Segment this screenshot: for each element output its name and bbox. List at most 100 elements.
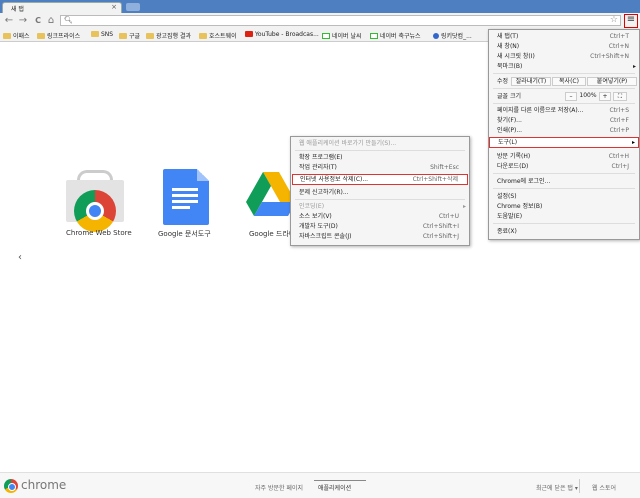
menu-item[interactable]: 인쇄(P)... Ctrl+P [489,126,639,135]
divider [493,103,635,104]
menu-item-signin[interactable]: Chrome에 로그인... [489,177,639,186]
bookmark-item[interactable]: 이패스 [3,31,30,40]
bookmark-item[interactable]: 네이버 날씨 [322,31,362,40]
submenu-item-clear-browsing-data[interactable]: 인터넷 사용정보 삭제(C)... Ctrl+Shift+삭제 [292,174,468,185]
folder-icon [119,33,127,39]
divider [295,199,465,200]
chrome-menu: 새 탭(T) Ctrl+T 새 창(N) Ctrl+N 새 시크릿 창(I) Ctrl… [488,29,640,240]
naver-icon [370,33,378,39]
chrome-logo-center [8,483,16,491]
chrome-logo-center [86,202,104,220]
menu-item[interactable]: 새 창(N) Ctrl+N [489,42,639,51]
tools-submenu: 웹 애플리케이션 바로가기 만들기(S)... 확장 프로그램(E) 작업 관리… [290,136,470,246]
menu-item[interactable]: 새 시크릿 창(I) Ctrl+Shift+N [489,52,639,61]
new-tab-button[interactable] [126,3,140,11]
fullscreen-icon[interactable]: ⛶ [613,92,627,101]
google-drive-icon[interactable] [246,170,296,222]
app-label[interactable]: Google 드라이 [249,229,295,239]
bookmark-item[interactable]: 링크프라이스 [37,31,80,40]
menu-item-settings[interactable]: 설정(S) [489,192,639,201]
bookmark-item[interactable]: 구글 [119,31,140,40]
copy-button[interactable]: 복사(C) [552,77,586,86]
cut-button[interactable]: 잘라내기(T) [511,77,551,86]
most-visited-button[interactable]: 자주 방문한 페이지 [255,483,303,492]
home-icon[interactable]: ⌂ [45,14,57,28]
naver-icon [322,33,330,39]
menu-item[interactable]: 다운로드(D) Ctrl+J [489,162,639,171]
edit-row: 수정 잘라내기(T) 복사(C) 붙여넣기(P) [489,77,639,86]
submenu-item[interactable]: 개발자 도구(D) Ctrl+Shift+I [291,222,469,231]
zoom-level: 100% [579,92,597,99]
bookmark-item[interactable]: YouTube - Broadcas... [245,31,319,38]
menu-item[interactable]: 방문 기록(H) Ctrl+H [489,152,639,161]
menu-item-about[interactable]: Chrome 정보(B) [489,202,639,211]
submenu-item[interactable]: 소스 보기(V) Ctrl+U [291,212,469,221]
bookmark-item[interactable]: SNS [91,31,113,38]
submenu-item[interactable]: 자바스크립트 콘솔(J) Ctrl+Shift+J [291,232,469,241]
forward-icon[interactable]: → [17,14,29,28]
folder-icon [3,33,11,39]
menu-item[interactable]: 찾기(F)... Ctrl+F [489,116,639,125]
bookmark-item[interactable]: 호스트웨이 [199,31,237,40]
menu-item[interactable]: 새 탭(T) Ctrl+T [489,32,639,41]
docs-line [172,194,198,197]
divider [295,150,465,151]
web-store-link[interactable]: 웹 스토어 [592,483,616,492]
folder-icon [37,33,45,39]
tab-strip: 새 탭 × [0,0,640,13]
menu-item[interactable]: 페이지를 다른 이름으로 저장(A)... Ctrl+S [489,106,639,115]
app-label[interactable]: Chrome Web Store [66,229,132,237]
chevron-right-icon: ▸ [632,63,636,70]
menu-item-help[interactable]: 도움말(E) [489,212,639,221]
submenu-item[interactable]: 웹 애플리케이션 바로가기 만들기(S)... [291,139,469,148]
chevron-right-icon: ▸ [462,203,466,210]
chevron-left-icon[interactable]: ‹ [18,252,22,263]
globe-icon [433,33,439,39]
submenu-item[interactable]: 작업 관리자(T) Shift+Esc [291,163,469,172]
bookmark-item[interactable]: 광고집행 결과 [146,31,191,40]
docs-fold-icon [197,169,209,181]
chevron-right-icon: ▸ [631,139,635,146]
active-section-indicator [314,480,366,481]
docs-line [172,206,190,209]
divider [493,223,635,224]
search-icon: 🔍︎ [64,16,73,24]
app-label[interactable]: Google 문서도구 [158,229,211,239]
chrome-wordmark: chrome [21,478,67,492]
back-icon[interactable]: ← [3,14,15,28]
address-bar[interactable]: 🔍︎ ☆ [60,15,621,26]
divider [493,188,635,189]
docs-line [172,188,198,191]
folder-icon [199,33,207,39]
close-icon[interactable]: × [111,3,117,11]
bookmark-item[interactable]: 네이버 축구뉴스 [370,31,421,40]
zoom-out-button[interactable]: – [565,92,577,101]
menu-item-bookmarks[interactable]: 북마크(B) ▸ [489,62,639,71]
divider [493,73,635,74]
menu-item-exit[interactable]: 종료(X) [489,227,639,236]
paste-button[interactable]: 붙여넣기(P) [587,77,637,86]
apps-section-button[interactable]: 애플리케이션 [318,483,351,492]
submenu-item[interactable]: 확장 프로그램(E) [291,153,469,162]
youtube-icon [245,31,253,37]
zoom-row: 글꼴 크기 – 100% + ⛶ [489,92,639,101]
bookmark-star-icon[interactable]: ☆ [610,15,618,25]
submenu-item-encoding[interactable]: 인코딩(E) ▸ [291,202,469,211]
ntp-bottom-bar: chrome 자주 방문한 페이지 애플리케이션 최근에 닫은 탭 ▾ 웹 스토… [0,472,640,498]
folder-icon [146,33,154,39]
reload-icon[interactable]: C [32,14,44,28]
divider [579,479,580,493]
submenu-item[interactable]: 문제 신고하기(R)... [291,188,469,197]
docs-line [172,200,198,203]
bookmark-item[interactable]: 링키닷컴_... [433,31,472,40]
folder-icon [91,31,99,37]
recently-closed-button[interactable]: 최근에 닫은 탭 ▾ [536,483,578,492]
divider [493,173,635,174]
toolbar: ← → C ⌂ 🔍︎ ☆ [0,13,640,29]
tab-new-tab[interactable]: 새 탭 × [2,2,122,13]
zoom-in-button[interactable]: + [599,92,611,101]
chrome-menu-button[interactable]: ≡ [624,14,638,28]
divider [493,88,635,89]
menu-item-tools[interactable]: 도구(L) ▸ [489,137,639,148]
tab-title: 새 탭 [11,6,24,13]
